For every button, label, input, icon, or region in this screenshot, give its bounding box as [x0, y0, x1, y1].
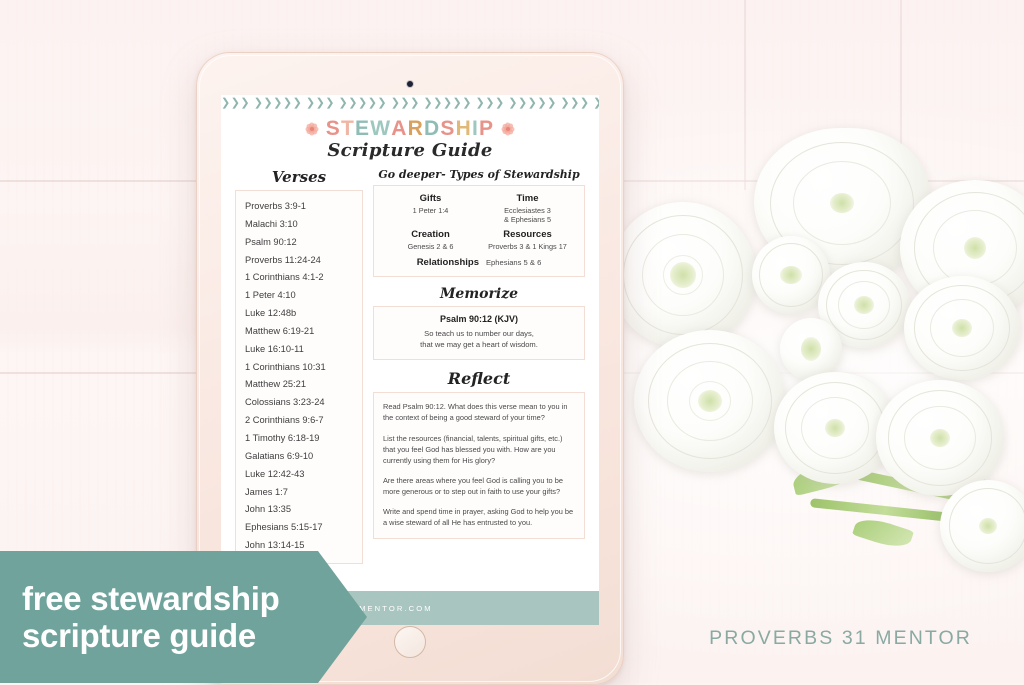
- title-row: STEWARDSHIP: [235, 117, 585, 141]
- brand-name: PROVERBS 31 MENTOR: [709, 627, 972, 649]
- flower-leaf: [852, 513, 914, 553]
- go-deeper-heading: Go deeper- Types of Stewardship: [378, 168, 580, 181]
- printable-sheet: STEWARDSHIP Scripture Guide Verses Prove…: [221, 109, 599, 564]
- memorize-line-1: So teach us to number our days,: [424, 329, 534, 339]
- title-letter: E: [355, 117, 371, 140]
- banner-line-2: scripture guide: [22, 617, 256, 654]
- flower-bloom: [940, 480, 1024, 572]
- white-ranunculus-bouquet: [604, 128, 1024, 610]
- verse-item: Proverbs 11:24-24: [245, 254, 321, 265]
- reflect-prompt: List the resources (financial, talents, …: [383, 433, 563, 465]
- verse-item: Luke 16:10-11: [245, 343, 304, 354]
- go-deeper-label: Relationships: [416, 257, 479, 269]
- go-deeper-label: Time: [516, 193, 539, 204]
- title-letter: P: [479, 117, 495, 140]
- verse-item: Matthew 6:19-21: [245, 325, 315, 336]
- verse-item: Colossians 3:23-24: [245, 397, 325, 408]
- go-deeper-refs: Ephesians 5 & 6: [485, 258, 542, 268]
- title-letter: A: [391, 117, 408, 140]
- go-deeper-refs: 1 Peter 1:4: [412, 206, 449, 215]
- page-subtitle: Scripture Guide: [327, 140, 493, 161]
- verse-item: Galatians 6:9-10: [245, 450, 314, 461]
- verse-item: 1 Timothy 6:18-19: [245, 432, 320, 443]
- go-deeper-grid: Gifts Time 1 Peter 1:4 Ecclesiastes 3 & Ephe…: [382, 193, 576, 254]
- verse-item: Matthew 25:21: [245, 379, 306, 390]
- home-button[interactable]: [394, 626, 426, 658]
- reflect-box: Read Psalm 90:12. What does this verse m…: [373, 392, 585, 540]
- title-letter: I: [471, 117, 480, 140]
- flower-bloom: [876, 380, 1004, 496]
- verses-list: Proverbs 3:9-1 Malachi 3:10 Psalm 90:12 Pro…: [245, 198, 353, 555]
- reflect-heading: Reflect: [447, 369, 511, 389]
- go-deeper-refs: Genesis 2 & 6: [407, 242, 454, 252]
- verse-item: Psalm 90:12: [245, 236, 297, 247]
- banner-line-1: free stewardship: [22, 579, 280, 617]
- title-letter: R: [407, 117, 424, 140]
- tablet-screen[interactable]: ❯❯❯ ❯❯❯❯❯ ❯❯❯ ❯❯❯❯❯ ❯❯❯ ❯❯❯❯❯ ❯❯❯ ❯❯❯❯❯ …: [221, 95, 599, 625]
- title-letter: H: [455, 117, 472, 140]
- verses-heading: Verses: [271, 168, 327, 186]
- flower-bloom: [904, 276, 1020, 380]
- memorize-heading: Memorize: [439, 286, 519, 303]
- verse-item: Ephesians 5:15-17: [245, 522, 323, 533]
- verse-item: John 13:35: [245, 504, 292, 515]
- reflect-prompt: Read Psalm 90:12. What does this verse m…: [383, 402, 568, 423]
- verses-box: Proverbs 3:9-1 Malachi 3:10 Psalm 90:12 Pro…: [235, 190, 363, 564]
- promo-banner: free stewardship scripture guide: [0, 551, 367, 683]
- title-letter: S: [325, 117, 341, 140]
- chevron-border-top: ❯❯❯ ❯❯❯❯❯ ❯❯❯ ❯❯❯❯❯ ❯❯❯ ❯❯❯❯❯ ❯❯❯ ❯❯❯❯❯ …: [221, 97, 599, 109]
- flower-bloom: [610, 202, 756, 348]
- verse-item: Proverbs 3:9-1: [245, 201, 306, 211]
- verse-item: James 1:7: [245, 486, 288, 497]
- memorize-box: Psalm 90:12 (KJV) So teach us to number …: [373, 306, 585, 361]
- flower-accent-icon: [500, 122, 515, 137]
- go-deeper-label: Resources: [503, 229, 552, 241]
- flower-bud: [780, 318, 842, 380]
- memorize-line-2: that we may get a heart of wisdom.: [420, 340, 538, 350]
- content-columns: Verses Proverbs 3:9-1 Malachi 3:10 Psalm 9…: [235, 168, 585, 564]
- go-deeper-box: Gifts Time 1 Peter 1:4 Ecclesiastes 3 & Ephe…: [373, 185, 585, 278]
- title-letter: S: [440, 117, 456, 140]
- verse-item: 2 Corinthians 9:6-7: [245, 415, 324, 426]
- page-title: STEWARDSHIP: [326, 117, 494, 141]
- front-camera-icon: [407, 81, 413, 87]
- go-deeper-refs: Ecclesiastes 3 & Ephesians 5: [503, 206, 552, 225]
- verse-item: Malachi 3:10: [245, 218, 298, 229]
- go-deeper-refs: Proverbs 3 & 1 Kings 17: [488, 242, 567, 252]
- go-deeper-relationships-row: Relationships Ephesians 5 & 6: [382, 257, 576, 268]
- title-letter: W: [370, 117, 392, 140]
- title-letter: T: [340, 117, 355, 140]
- reflect-prompt: Are there areas where you feel God is ca…: [383, 475, 563, 496]
- go-deeper-label: Creation: [411, 229, 450, 241]
- go-deeper-label: Gifts: [419, 193, 442, 204]
- reflect-prompt: Write and spend time in prayer, asking G…: [383, 507, 574, 528]
- verse-item: Luke 12:42-43: [245, 468, 305, 479]
- title-letter: D: [424, 117, 441, 140]
- right-column: Go deeper- Types of Stewardship Gifts Tim…: [373, 168, 585, 564]
- verse-item: Luke 12:48b: [245, 308, 297, 319]
- verses-column: Verses Proverbs 3:9-1 Malachi 3:10 Psalm 9…: [235, 168, 363, 564]
- verse-item: 1 Peter 4:10: [245, 290, 296, 301]
- verse-item: 1 Corinthians 4:1-2: [245, 272, 324, 283]
- flower-bloom: [634, 330, 786, 472]
- memorize-reference: Psalm 90:12 (KJV): [439, 314, 519, 325]
- flower-stem: [809, 498, 961, 523]
- verse-item: 1 Corinthians 10:31: [245, 361, 326, 372]
- flower-accent-icon: [305, 122, 320, 137]
